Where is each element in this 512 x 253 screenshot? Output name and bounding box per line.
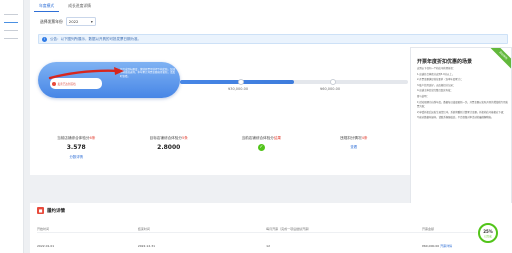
stat-target-score: 目标店铺综合体验分5条 2.8000 xyxy=(123,136,216,166)
year-select-value: 2022 xyxy=(68,19,79,24)
column-header: 开始时间 xyxy=(37,227,50,231)
year-filter: 选择发票年份 2022 ▾ xyxy=(40,17,96,26)
marker-value: ¥60,000.00 xyxy=(320,87,341,91)
completion-badge: 25% 已完成 xyxy=(478,223,498,243)
marker-pin xyxy=(238,79,244,85)
check-circle-icon: ✓ xyxy=(257,144,265,151)
records-table-header: 开始时间 结束时间 每月开票（完成一项后继续开票） 开票金额 xyxy=(37,227,477,233)
progress-track: ¥30,000.00 ¥60,000.00 xyxy=(180,79,408,91)
rail-item[interactable] xyxy=(4,14,18,15)
cell-end: 2022.12.31 xyxy=(137,244,156,248)
rule-line: 2.开票金额满足档位要求（含本年度累计）； xyxy=(417,78,464,82)
rail-item-active[interactable] xyxy=(4,22,18,23)
score-detail-link[interactable]: 分数详情 xyxy=(69,154,83,159)
tag-dot-icon xyxy=(52,81,56,86)
info-icon: i xyxy=(42,36,47,42)
stat-value: 2.8000 xyxy=(157,144,181,151)
rule-line: 参与说明： xyxy=(417,94,429,98)
notice-text: 公告：以下图列所展示，数据以开具的可抵发票日期为准。 xyxy=(50,36,141,41)
column-header: 每月开票（完成一项后继续开票） xyxy=(266,227,312,231)
year-select[interactable]: 2022 ▾ xyxy=(65,17,96,26)
cell-start: 2022.01.01 xyxy=(37,244,55,248)
stat-label: 目标店铺综合体验分5条 xyxy=(149,136,188,140)
chevron-down-icon: ▾ xyxy=(90,19,93,24)
rule-line: 达到以下任何一个档位可获得折扣： xyxy=(417,67,456,70)
notice-banner: i 公告：以下图列所展示，数据以开具的可抵发票日期为准。 xyxy=(38,34,508,44)
rail-item[interactable] xyxy=(4,30,18,31)
left-rail xyxy=(0,0,24,253)
progress-tag-label: 发票已达到首档 xyxy=(57,82,76,86)
records-title: 履约详情 xyxy=(47,208,65,214)
tab-bar: 年度模式 成长进度详情 xyxy=(30,0,96,12)
rule-ribbon: 活动规则 xyxy=(489,48,511,70)
tab-annual-mode[interactable]: 年度模式 xyxy=(34,1,60,12)
progress-fill xyxy=(180,80,294,84)
stat-score-result: 当前店铺综合体验分结果 ✓ xyxy=(215,136,308,166)
stat-label: 当前店铺综合体验分6条 xyxy=(57,136,96,140)
stat-value: 3.578 xyxy=(66,144,86,151)
year-filter-label: 选择发票年份 xyxy=(40,18,63,24)
red-arrow-icon xyxy=(48,67,124,80)
table-row: 2022.01.01 2022.12.31 12 ¥60,000.00 开票详情 xyxy=(37,244,477,248)
stat-label: 违规扣分情况4条 xyxy=(340,136,368,140)
stats-row: 当前店铺综合体验分6条 3.578 分数详情 目标店铺综合体验分5条 2.800… xyxy=(30,136,400,166)
rail-item[interactable] xyxy=(4,38,18,39)
rule-line: 4.店铺主体信息完整且真实有效； xyxy=(417,89,453,93)
marker-value: ¥30,000.00 xyxy=(228,87,249,91)
records-panel: ■ 履约详情 开始时间 结束时间 每月开票（完成一项后继续开票） 开票金额 20… xyxy=(30,203,512,253)
invoice-detail-link[interactable]: 开票详情 xyxy=(440,244,452,248)
marker-pin xyxy=(330,79,336,85)
completion-text: 已完成 xyxy=(484,234,492,238)
cell-amount: ¥60,000.00 开票详情 xyxy=(421,244,453,248)
stat-violation: 违规扣分情况4条 查看 xyxy=(308,136,401,166)
violation-view-link[interactable]: 查看 xyxy=(350,144,357,149)
rule-body: 达到以下任何一个档位可获得折扣： 1.店铺综合体验分达到3.0分以上， 2.开票… xyxy=(417,67,509,122)
cell-count: 12 xyxy=(266,244,270,248)
rule-line: 3)如对数据有疑问，请联系客服核实，平台保留对本活动的最终解释权。 xyxy=(417,116,494,120)
stat-label: 当前店铺综合体验分结果 xyxy=(241,136,282,140)
rule-line: 1.店铺综合体验分达到3.0分以上， xyxy=(417,72,455,76)
stat-current-score: 当前店铺综合体验分6条 3.578 分数详情 xyxy=(30,136,123,166)
rule-line: 2)享受折扣后如发生退货红冲，系统将重新计算累计金额，折扣档位可能相应下调； xyxy=(417,110,506,114)
column-header: 结束时间 xyxy=(137,227,150,231)
column-header: 开票金额 xyxy=(421,227,434,231)
records-icon: ■ xyxy=(37,207,44,214)
rule-line: 3.账户信用良好，无违规扣分记录； xyxy=(417,83,456,87)
rule-line: 1)活动周期为自然年度，数据每日凌晨更新一次，开票金额以实际开具的增值税专用发票… xyxy=(417,100,508,109)
progress-card-text: 已完成目标额度，继续开票可获得下档奖励，加油冲刺更高返利，本年累计开票金额按月更… xyxy=(120,68,176,78)
records-header: ■ 履约详情 xyxy=(37,207,65,214)
rule-title: 开票年度折扣优惠的场景 xyxy=(417,59,473,65)
tab-progress-detail[interactable]: 成长进度详情 xyxy=(63,1,96,12)
